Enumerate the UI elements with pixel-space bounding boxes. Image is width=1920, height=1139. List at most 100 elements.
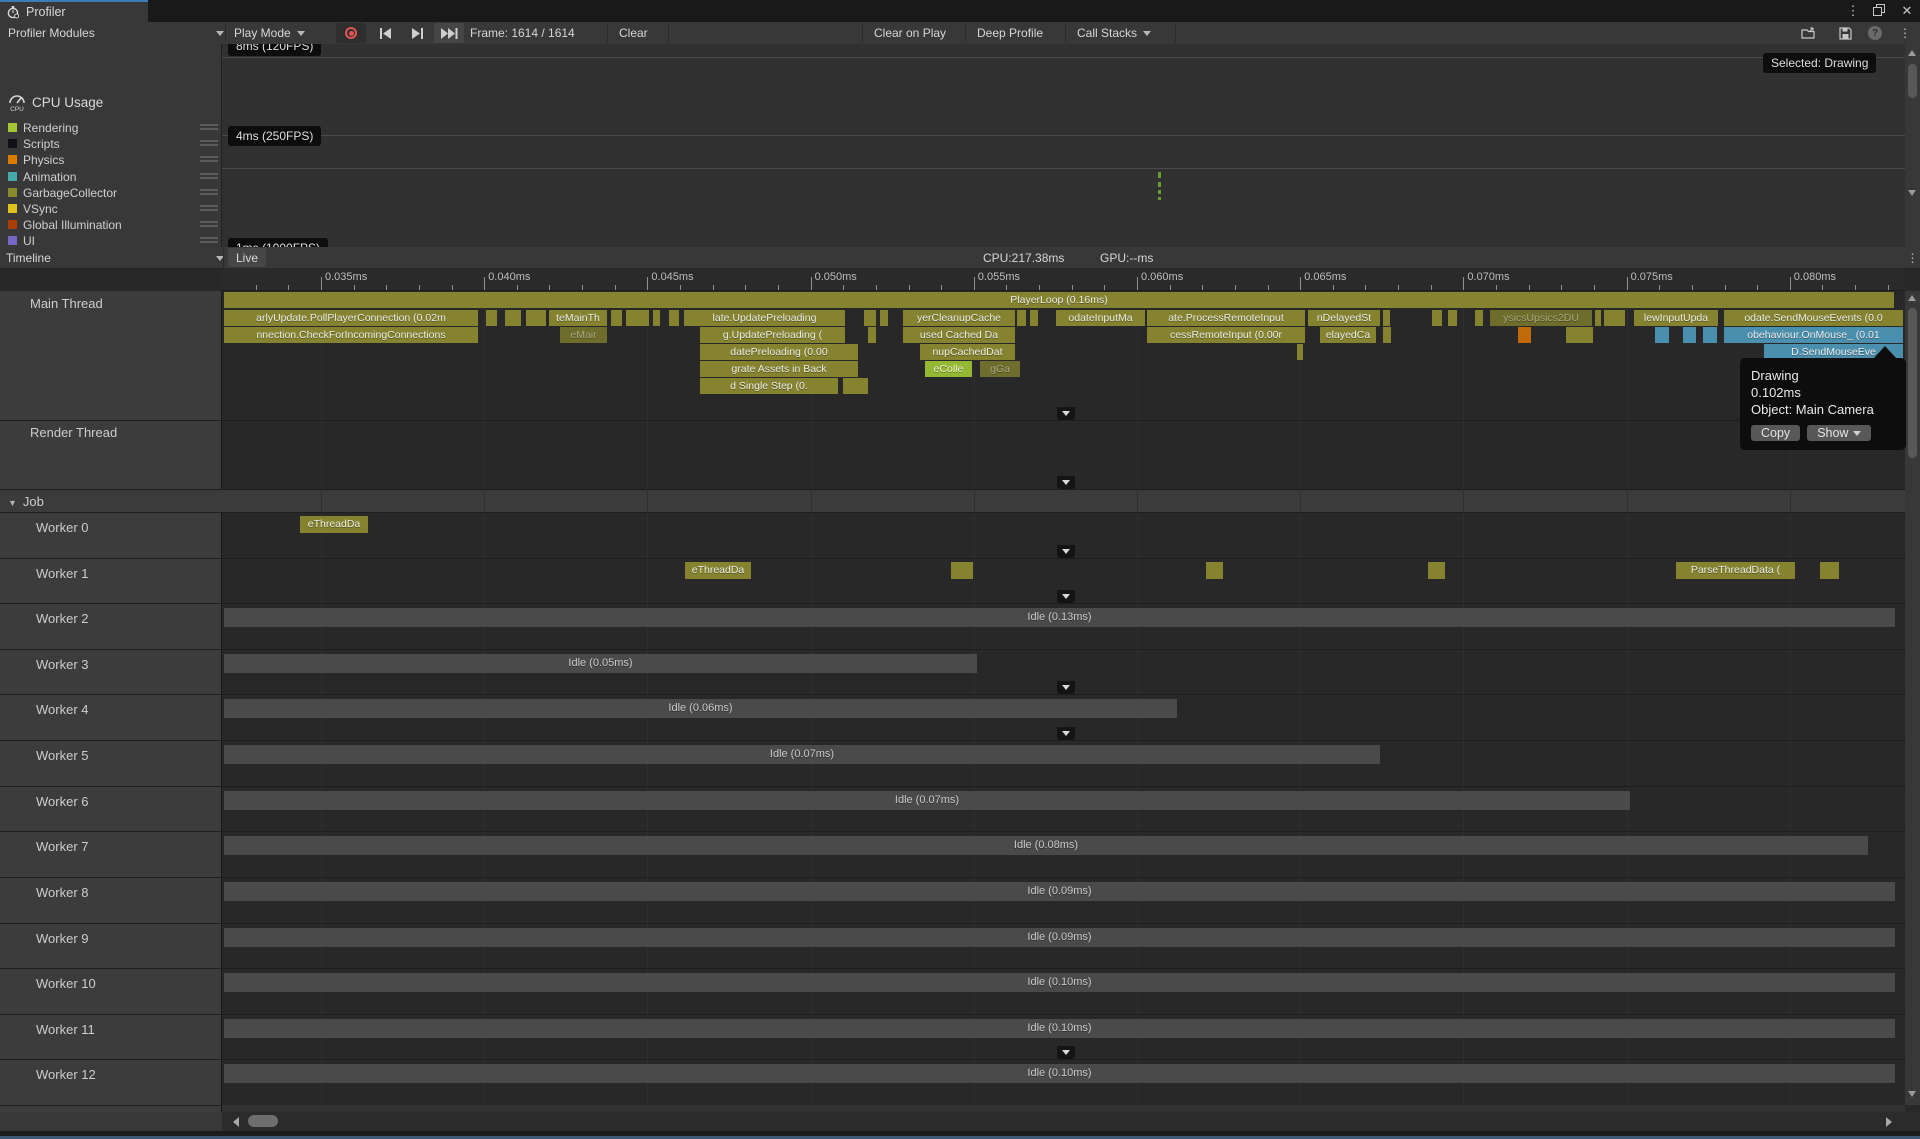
idle-bar[interactable]: Idle (0.07ms) bbox=[224, 745, 1380, 764]
drag-handle-icon[interactable] bbox=[200, 144, 218, 146]
sample-bar[interactable] bbox=[1297, 344, 1303, 360]
drag-handle-icon[interactable] bbox=[200, 160, 218, 162]
idle-bar[interactable]: Idle (0.09ms) bbox=[224, 882, 1895, 901]
idle-bar[interactable]: Idle (0.10ms) bbox=[224, 973, 1895, 992]
thread-label-worker-2[interactable]: Worker 2 bbox=[36, 611, 89, 626]
chart-scroll-thumb[interactable] bbox=[1908, 64, 1917, 98]
sample-bar[interactable]: nupCachedDat bbox=[920, 344, 1015, 360]
sample-bar[interactable] bbox=[626, 310, 649, 326]
sample-bar[interactable] bbox=[1604, 310, 1625, 326]
sample-bar[interactable] bbox=[1703, 327, 1717, 343]
drag-handle-icon[interactable] bbox=[200, 156, 218, 158]
sample-bar[interactable]: eThreadDa bbox=[685, 562, 751, 579]
legend-item-vsync[interactable]: VSync bbox=[0, 201, 222, 217]
idle-bar[interactable]: Idle (0.10ms) bbox=[224, 1019, 1895, 1038]
drag-handle-icon[interactable] bbox=[200, 209, 218, 211]
drag-handle-icon[interactable] bbox=[200, 241, 218, 243]
legend-item-global-illumination[interactable]: Global Illumination bbox=[0, 217, 222, 233]
sample-bar[interactable]: used Cached Da bbox=[903, 327, 1015, 343]
chart-scrollbar[interactable] bbox=[1905, 44, 1920, 247]
idle-bar[interactable]: Idle (0.05ms) bbox=[224, 654, 977, 673]
copy-button[interactable]: Copy bbox=[1751, 425, 1800, 441]
maximize-icon[interactable] bbox=[1870, 4, 1888, 20]
thread-label-worker-7[interactable]: Worker 7 bbox=[36, 839, 89, 854]
scroll-right-icon[interactable] bbox=[1886, 1117, 1892, 1127]
idle-bar[interactable]: Idle (0.09ms) bbox=[224, 928, 1895, 947]
next-frame-button[interactable] bbox=[404, 22, 430, 44]
sample-bar[interactable] bbox=[843, 378, 868, 394]
scroll-up-icon[interactable] bbox=[1908, 50, 1916, 56]
sample-bar[interactable]: yerCleanupCache bbox=[903, 310, 1015, 326]
sample-bar[interactable] bbox=[1432, 310, 1442, 326]
sample-bar[interactable]: nnection.CheckForIncomingConnections bbox=[224, 327, 478, 343]
drag-handle-icon[interactable] bbox=[200, 221, 218, 223]
sample-bar[interactable]: ParseThreadData ( bbox=[1676, 562, 1795, 579]
sample-bar[interactable] bbox=[1030, 310, 1038, 326]
legend-item-rendering[interactable]: Rendering bbox=[0, 120, 222, 136]
sample-bar[interactable] bbox=[1475, 310, 1483, 326]
sample-bar[interactable] bbox=[868, 327, 876, 343]
sample-bar[interactable] bbox=[611, 310, 622, 326]
drag-handle-icon[interactable] bbox=[200, 128, 218, 130]
sample-bar[interactable]: odate.SendMouseEvents (0.0 bbox=[1724, 310, 1903, 326]
legend-item-physics[interactable]: Physics bbox=[0, 152, 222, 168]
timeline-scrollbar[interactable] bbox=[1905, 291, 1920, 1105]
sample-bar[interactable] bbox=[669, 310, 679, 326]
sample-bar[interactable] bbox=[864, 310, 876, 326]
sample-bar[interactable]: eThreadDa bbox=[300, 516, 368, 533]
sample-bar[interactable]: ysicsUpsics2DU bbox=[1490, 310, 1592, 326]
sample-bar[interactable]: gGa bbox=[980, 361, 1020, 377]
thread-label-worker-1[interactable]: Worker 1 bbox=[36, 566, 89, 581]
sample-bar[interactable] bbox=[880, 310, 888, 326]
sample-bar[interactable] bbox=[1820, 562, 1839, 579]
sample-bar[interactable]: eColle bbox=[925, 361, 972, 377]
thread-label-worker-10[interactable]: Worker 10 bbox=[36, 976, 96, 991]
sample-bar[interactable] bbox=[486, 310, 497, 326]
profiler-modules-dropdown[interactable]: Profiler Modules bbox=[8, 22, 95, 44]
drag-handle-icon[interactable] bbox=[200, 140, 218, 142]
sample-bar[interactable] bbox=[1206, 562, 1223, 579]
legend-item-scripts[interactable]: Scripts bbox=[0, 136, 222, 152]
idle-bar[interactable]: Idle (0.06ms) bbox=[224, 699, 1177, 718]
sample-bar[interactable]: elayedCa bbox=[1320, 327, 1376, 343]
thread-label-worker-11[interactable]: Worker 11 bbox=[36, 1022, 95, 1037]
sample-bar[interactable] bbox=[1383, 327, 1391, 343]
horizontal-scrollbar[interactable] bbox=[0, 1112, 1920, 1131]
sample-bar[interactable] bbox=[653, 310, 660, 326]
play-mode-dropdown[interactable]: Play Mode bbox=[234, 22, 305, 44]
sample-bar[interactable]: eMair bbox=[560, 327, 607, 343]
sample-bar[interactable]: datePreloading (0.00 bbox=[700, 344, 858, 360]
drag-handle-icon[interactable] bbox=[200, 237, 218, 239]
collapsed-flow-marker-icon[interactable] bbox=[1057, 545, 1075, 558]
load-profile-button[interactable] bbox=[1794, 22, 1824, 44]
drag-handle-icon[interactable] bbox=[200, 173, 218, 175]
idle-bar[interactable]: Idle (0.10ms) bbox=[224, 1064, 1895, 1083]
help-button[interactable]: ? bbox=[1862, 22, 1888, 44]
timeline-scroll-thumb[interactable] bbox=[1908, 308, 1917, 458]
timeline-menu-button[interactable]: ⋮ bbox=[1905, 247, 1920, 269]
thread-label-worker-8[interactable]: Worker 8 bbox=[36, 885, 89, 900]
cpu-chart-area[interactable]: 8ms (120FPS) 4ms (250FPS) 1ms (1000FPS) … bbox=[222, 44, 1905, 247]
drag-handle-icon[interactable] bbox=[200, 225, 218, 227]
sample-bar[interactable] bbox=[1428, 562, 1445, 579]
timeline-ruler[interactable]: 0.035ms0.040ms0.045ms0.050ms0.055ms0.060… bbox=[222, 268, 1905, 291]
module-title[interactable]: CPU Usage bbox=[32, 95, 103, 110]
save-profile-button[interactable] bbox=[1830, 22, 1860, 44]
idle-bar[interactable]: Idle (0.13ms) bbox=[224, 608, 1895, 627]
sample-bar[interactable]: PlayerLoop (0.16ms) bbox=[224, 292, 1894, 308]
collapsed-flow-marker-icon[interactable] bbox=[1057, 407, 1075, 420]
sample-bar[interactable] bbox=[951, 562, 973, 579]
sample-bar[interactable]: g.UpdatePreloading ( bbox=[700, 327, 845, 343]
collapsed-flow-marker-icon[interactable] bbox=[1057, 1046, 1075, 1059]
sample-bar[interactable] bbox=[1448, 310, 1457, 326]
sample-bar[interactable] bbox=[1595, 310, 1601, 326]
sample-bar[interactable] bbox=[526, 310, 546, 326]
idle-bar[interactable]: Idle (0.08ms) bbox=[224, 836, 1868, 855]
drag-handle-icon[interactable] bbox=[200, 124, 218, 126]
toolbar-menu-button[interactable]: ⋮ bbox=[1896, 22, 1914, 44]
record-button[interactable] bbox=[336, 23, 366, 43]
scroll-left-icon[interactable] bbox=[233, 1117, 239, 1127]
thread-label-worker-9[interactable]: Worker 9 bbox=[36, 931, 89, 946]
deep-profile-toggle[interactable]: Deep Profile bbox=[977, 22, 1043, 44]
sample-bar[interactable] bbox=[1566, 327, 1593, 343]
